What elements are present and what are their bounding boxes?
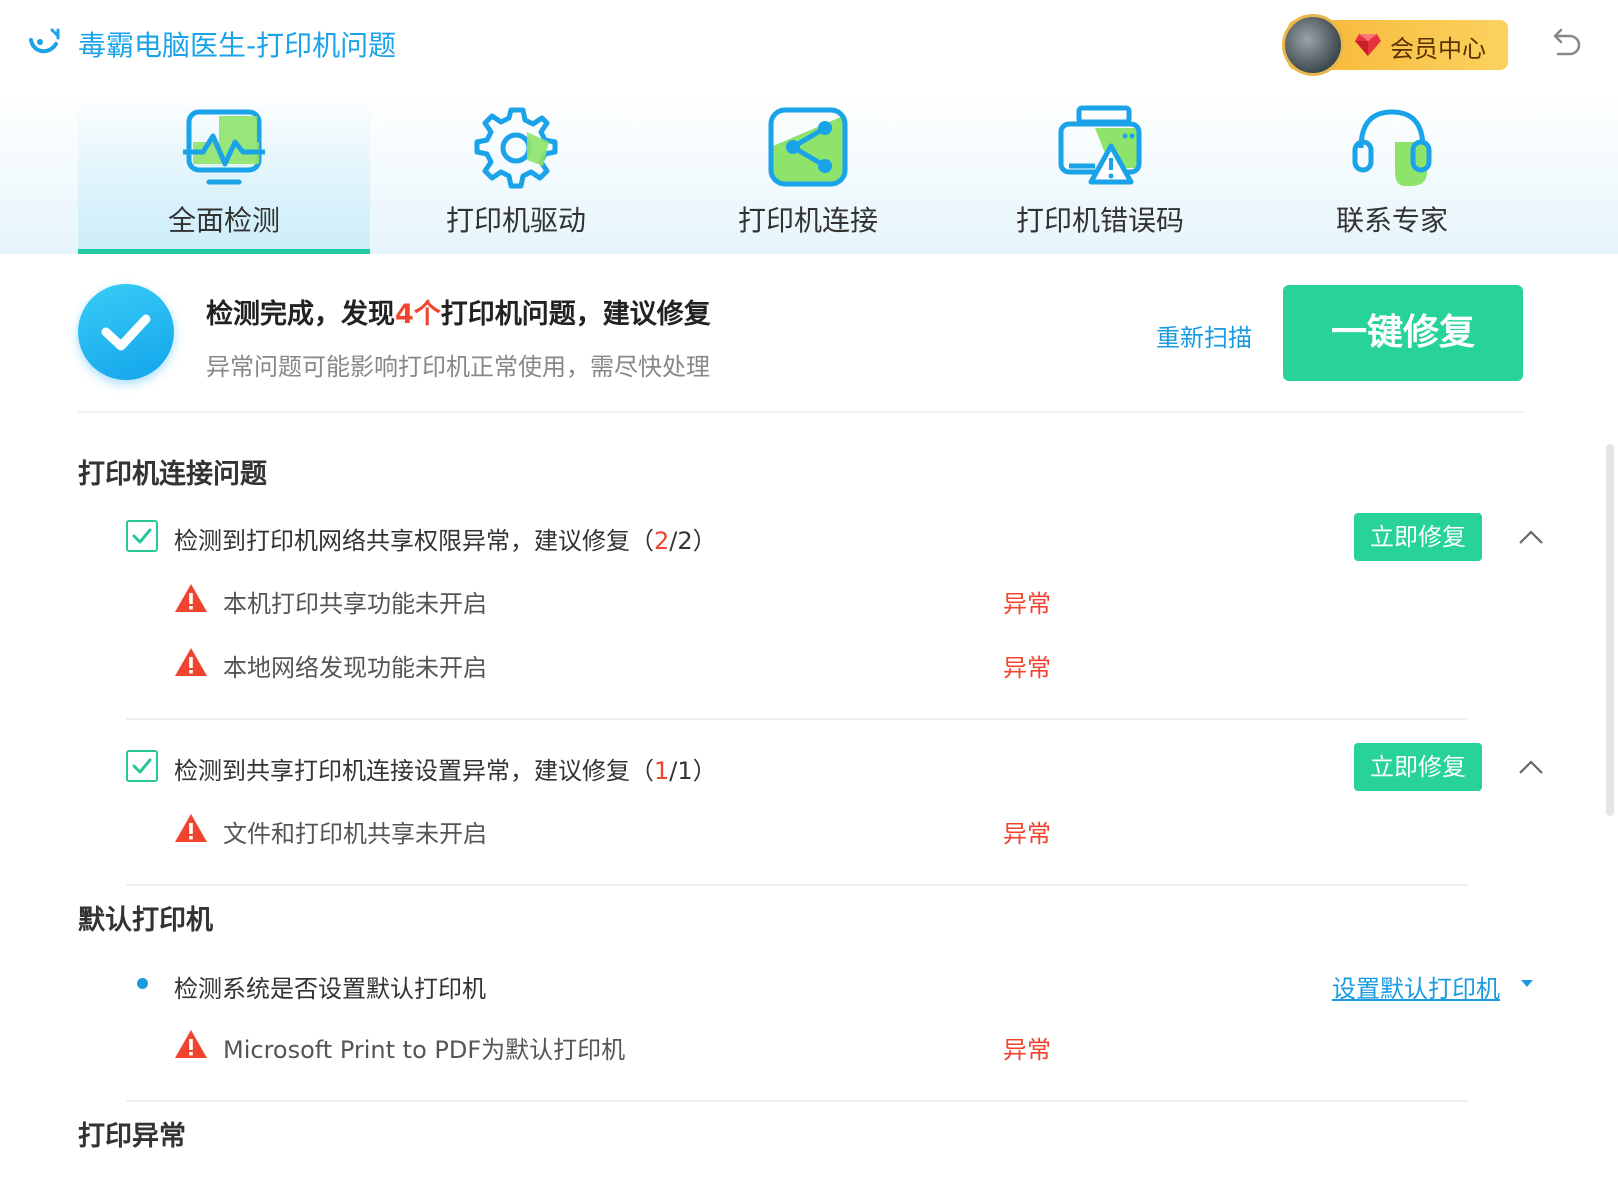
tab-printer-error-code[interactable]: 打印机错误码 xyxy=(954,96,1246,254)
fix-all-button[interactable]: 一键修复 xyxy=(1283,285,1523,381)
issue-item-label: Microsoft Print to PDF为默认打印机 xyxy=(223,1036,626,1064)
summary-title-suffix: 打印机问题，建议修复 xyxy=(440,299,711,330)
title-bar: 毒霸电脑医生-打印机问题 会员中心 xyxy=(0,0,1618,96)
rescan-link[interactable]: 重新扫描 xyxy=(1156,318,1252,353)
fix-now-button[interactable]: 立即修复 xyxy=(1354,743,1482,791)
printer-warning-icon xyxy=(1058,105,1142,185)
group-found-count: 2 xyxy=(654,527,670,555)
issue-item-label: 本机打印共享功能未开启 xyxy=(223,590,487,618)
gear-icon xyxy=(474,107,558,189)
warning-icon xyxy=(175,814,207,842)
vip-center-label: 会员中心 xyxy=(1390,35,1486,63)
check-icon xyxy=(132,758,152,774)
divider xyxy=(126,718,1468,720)
summary-subtitle: 异常问题可能影响打印机正常使用，需尽快处理 xyxy=(206,353,710,381)
tab-printer-driver[interactable]: 打印机驱动 xyxy=(370,96,662,254)
section-title-connection: 打印机连接问题 xyxy=(78,459,267,490)
app-title: 毒霸电脑医生-打印机问题 xyxy=(78,29,397,62)
fix-now-button[interactable]: 立即修复 xyxy=(1354,513,1482,561)
divider xyxy=(126,884,1468,886)
group-total-count: /1） xyxy=(669,757,717,785)
tab-label: 全面检测 xyxy=(167,204,280,237)
vip-center-button[interactable]: 会员中心 xyxy=(1282,14,1508,76)
group-label-text: 检测到打印机网络共享权限异常，建议修复（ xyxy=(174,527,654,555)
tab-label: 联系专家 xyxy=(1335,204,1448,237)
chevron-up-icon[interactable] xyxy=(1518,529,1544,545)
caret-down-icon[interactable] xyxy=(1520,979,1534,988)
issue-status: 异常 xyxy=(1003,1036,1051,1064)
group-label-text: 检测到共享打印机连接设置异常，建议修复（ xyxy=(174,757,654,785)
tab-contact-expert[interactable]: 联系专家 xyxy=(1246,96,1538,254)
scrollbar[interactable] xyxy=(1606,444,1614,816)
warning-icon xyxy=(175,648,207,676)
app-logo-icon xyxy=(29,28,60,54)
summary-title: 检测完成，发现4个打印机问题，建议修复 xyxy=(206,292,711,331)
check-icon xyxy=(132,528,152,544)
issue-item-label: 文件和打印机共享未开启 xyxy=(223,820,487,848)
diamond-icon xyxy=(1355,34,1381,56)
chevron-up-icon[interactable] xyxy=(1518,759,1544,775)
group-label: 检测到共享打印机连接设置异常，建议修复（1/1） xyxy=(174,751,717,786)
tab-label: 打印机驱动 xyxy=(445,204,586,237)
tab-label: 打印机错误码 xyxy=(1015,204,1184,237)
group-total-count: /2） xyxy=(669,527,717,555)
active-tab-indicator xyxy=(78,249,370,254)
issue-status: 异常 xyxy=(1003,820,1051,848)
issue-status: 异常 xyxy=(1003,590,1051,618)
avatar[interactable] xyxy=(1282,14,1344,76)
monitor-pulse-icon xyxy=(183,109,265,185)
back-icon[interactable] xyxy=(1548,26,1582,60)
set-default-printer-link[interactable]: 设置默认打印机 xyxy=(1332,969,1500,1004)
bullet-dot xyxy=(137,978,148,989)
section-title-print-errors: 打印异常 xyxy=(78,1121,186,1152)
divider xyxy=(78,411,1523,413)
section-title-default-printer: 默认打印机 xyxy=(78,905,213,936)
tab-label: 打印机连接 xyxy=(737,204,878,237)
summary-title-prefix: 检测完成，发现 xyxy=(206,299,395,330)
group-checkbox[interactable] xyxy=(126,750,158,782)
tab-printer-connection[interactable]: 打印机连接 xyxy=(662,96,954,254)
issue-item-label: 本地网络发现功能未开启 xyxy=(223,654,487,682)
checkmark-icon xyxy=(101,314,151,351)
divider xyxy=(126,1100,1468,1102)
warning-icon xyxy=(175,584,207,612)
tab-bar: 全面检测 打印机驱动 打印机连接 打印机错误码 联系专家 xyxy=(0,96,1618,254)
issue-status: 异常 xyxy=(1003,654,1051,682)
group-checkbox[interactable] xyxy=(126,520,158,552)
scan-complete-icon xyxy=(78,284,174,380)
group-label: 检测到打印机网络共享权限异常，建议修复（2/2） xyxy=(174,521,717,556)
tab-full-scan[interactable]: 全面检测 xyxy=(78,96,370,254)
check-label: 检测系统是否设置默认打印机 xyxy=(174,975,486,1003)
share-icon xyxy=(768,107,848,187)
warning-icon xyxy=(175,1030,207,1058)
group-found-count: 1 xyxy=(654,757,670,785)
headset-icon xyxy=(1352,109,1432,186)
issue-count: 4个 xyxy=(395,299,441,330)
